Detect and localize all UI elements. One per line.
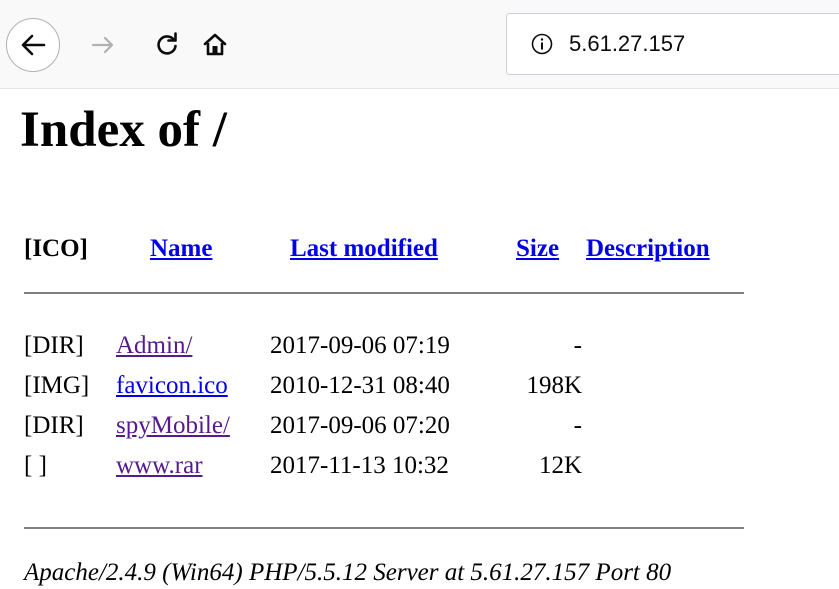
table-row: [DIR] Admin/ 2017-09-06 07:19 -	[0, 326, 839, 366]
file-link[interactable]: Admin/	[116, 332, 192, 359]
sort-by-last-modified-link[interactable]: Last modified	[290, 235, 438, 262]
directory-listing: [ICO] Name Last modified Size Descriptio…	[0, 0, 839, 589]
row-size: -	[573, 332, 582, 359]
row-last-modified: 2010-12-31 08:40	[270, 372, 450, 399]
footer-divider	[24, 527, 744, 529]
file-link[interactable]: www.rar	[116, 452, 203, 479]
row-last-modified: 2017-09-06 07:20	[270, 412, 450, 439]
row-type: [IMG]	[24, 372, 90, 399]
row-type: [DIR]	[24, 412, 84, 439]
column-header-icon: [ICO]	[24, 235, 88, 262]
server-signature: Apache/2.4.9 (Win64) PHP/5.5.12 Server a…	[24, 559, 672, 586]
sort-by-size-link[interactable]: Size	[516, 235, 559, 262]
header-divider	[24, 292, 744, 294]
column-header-size[interactable]: Size	[516, 232, 559, 266]
row-type: [DIR]	[24, 332, 84, 359]
row-size: 198K	[526, 372, 582, 399]
table-row: [ ] www.rar 2017-11-13 10:32 12K	[0, 446, 839, 486]
sort-by-name-link[interactable]: Name	[150, 235, 212, 262]
column-header-description[interactable]: Description	[586, 232, 710, 266]
column-header-name[interactable]: Name	[150, 232, 212, 266]
column-header-last-modified[interactable]: Last modified	[290, 232, 438, 266]
table-row: [DIR] spyMobile/ 2017-09-06 07:20 -	[0, 406, 839, 446]
file-link[interactable]: spyMobile/	[116, 412, 230, 439]
row-size: 12K	[538, 452, 582, 479]
row-last-modified: 2017-09-06 07:19	[270, 332, 450, 359]
row-last-modified: 2017-11-13 10:32	[270, 452, 449, 479]
table-row: [IMG] favicon.ico 2010-12-31 08:40 198K	[0, 366, 839, 406]
sort-by-description-link[interactable]: Description	[586, 235, 710, 262]
file-link[interactable]: favicon.ico	[116, 372, 228, 399]
row-size: -	[573, 412, 582, 439]
row-type: [ ]	[24, 452, 47, 479]
